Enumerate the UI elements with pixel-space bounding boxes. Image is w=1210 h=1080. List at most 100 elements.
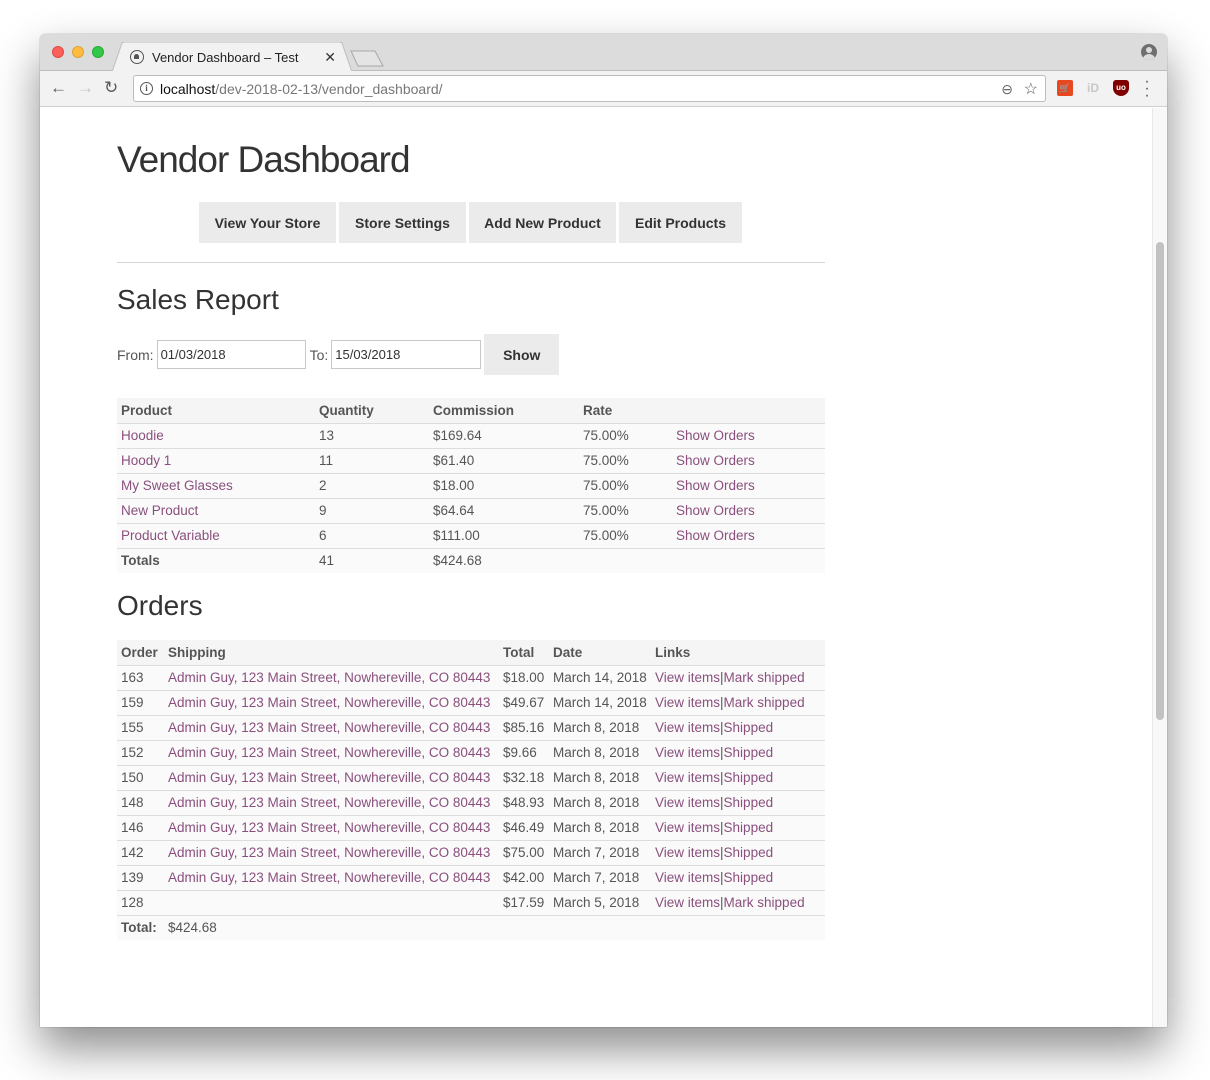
shipping-status-link[interactable]: Mark shipped <box>724 695 805 710</box>
shipping-status-link[interactable]: Shipped <box>724 845 774 860</box>
show-orders-link[interactable]: Show Orders <box>676 428 755 443</box>
to-label: To: <box>309 346 329 363</box>
shipping-status-link[interactable]: Mark shipped <box>724 895 805 910</box>
product-link[interactable]: My Sweet Glasses <box>121 478 233 493</box>
order-total-cell: $18.00 <box>499 665 549 691</box>
address-bar[interactable]: i localhost/dev-2018-02-13/vendor_dashbo… <box>133 75 1046 102</box>
back-arrow-icon[interactable]: ← <box>50 78 67 98</box>
shipping-cell: Admin Guy, 123 Main Street, Nowhereville… <box>164 665 499 691</box>
column-header: Commission <box>429 398 579 424</box>
view-items-link[interactable]: View items <box>655 895 720 910</box>
view-store-button[interactable]: View Your Store <box>199 202 336 243</box>
show-orders-link[interactable]: Show Orders <box>676 528 755 543</box>
shipping-status-link[interactable]: Shipped <box>724 795 774 810</box>
shipping-status-link[interactable]: Shipped <box>724 770 774 785</box>
page-title: Vendor Dashboard <box>117 139 411 180</box>
show-orders-link[interactable]: Show Orders <box>676 503 755 518</box>
browser-toolbar: ← → ↻ i localhost/dev-2018-02-13/vendor_… <box>40 71 1167 107</box>
totals-commission: $424.68 <box>433 553 482 569</box>
shipping-address-link[interactable]: Admin Guy, 123 Main Street, Nowhereville… <box>168 870 490 885</box>
add-new-product-button[interactable]: Add New Product <box>469 202 616 243</box>
totals-quantity: 41 <box>319 553 335 569</box>
order-date-cell: March 8, 2018 <box>549 765 651 791</box>
shipping-address-link[interactable]: Admin Guy, 123 Main Street, Nowhereville… <box>168 845 490 860</box>
column-header: Date <box>549 640 651 666</box>
close-window-button[interactable] <box>52 46 64 58</box>
order-total-cell: $46.49 <box>499 815 549 841</box>
order-total-cell: $85.16 <box>499 715 549 741</box>
view-items-link[interactable]: View items <box>655 745 720 760</box>
shipping-status-link[interactable]: Shipped <box>724 745 774 760</box>
profile-icon[interactable] <box>1141 44 1157 60</box>
table-row: 163 Admin Guy, 123 Main Street, Nowherevi… <box>117 665 825 691</box>
shipping-cell: Admin Guy, 123 Main Street, Nowhereville… <box>164 715 499 741</box>
browser-menu-icon[interactable]: · · · <box>1144 74 1150 104</box>
order-total-cell: $49.67 <box>499 690 549 716</box>
scrollbar-thumb[interactable] <box>1156 242 1164 720</box>
view-items-link[interactable]: View items <box>655 820 720 835</box>
table-row: 150 Admin Guy, 123 Main Street, Nowherevi… <box>117 765 825 791</box>
shipping-address-link[interactable]: Admin Guy, 123 Main Street, Nowhereville… <box>168 695 490 710</box>
view-items-link[interactable]: View items <box>655 670 720 685</box>
sales-report-heading: Sales Report <box>117 284 279 315</box>
shipping-status-link[interactable]: Shipped <box>724 820 774 835</box>
shopping-cart-extension-icon[interactable]: 🛒 <box>1057 80 1073 96</box>
view-items-link[interactable]: View items <box>655 770 720 785</box>
empty-cell <box>499 915 549 940</box>
view-items-link[interactable]: View items <box>655 695 720 710</box>
order-number-cell: 152 <box>117 740 164 766</box>
product-link[interactable]: New Product <box>121 503 198 518</box>
column-header: Product <box>117 398 315 424</box>
view-items-link[interactable]: View items <box>655 720 720 735</box>
tab-active[interactable]: Vendor Dashboard – Test ✕ <box>116 42 348 72</box>
product-link[interactable]: Product Variable <box>121 528 220 543</box>
tab-close-icon[interactable]: ✕ <box>324 49 336 66</box>
maximize-window-button[interactable] <box>92 46 104 58</box>
show-orders-link[interactable]: Show Orders <box>676 478 755 493</box>
order-total-cell: $75.00 <box>499 840 549 866</box>
url-host: localhost <box>160 80 216 97</box>
shipping-status-link[interactable]: Shipped <box>724 870 774 885</box>
ublock-extension-icon[interactable]: uo <box>1113 80 1129 96</box>
shipping-status-link[interactable]: Shipped <box>724 720 774 735</box>
product-link[interactable]: Hoodie <box>121 428 164 443</box>
shipping-cell: Admin Guy, 123 Main Street, Nowhereville… <box>164 765 499 791</box>
shipping-address-link[interactable]: Admin Guy, 123 Main Street, Nowhereville… <box>168 795 490 810</box>
from-date-input[interactable] <box>156 340 306 369</box>
vertical-scrollbar[interactable] <box>1152 108 1167 1027</box>
order-total-cell: $32.18 <box>499 765 549 791</box>
shipping-address-link[interactable]: Admin Guy, 123 Main Street, Nowhereville… <box>168 770 490 785</box>
new-tab-button[interactable] <box>350 50 384 67</box>
shipping-status-link[interactable]: Mark shipped <box>724 670 805 685</box>
column-header <box>672 398 825 424</box>
shipping-address-link[interactable]: Admin Guy, 123 Main Street, Nowhereville… <box>168 720 490 735</box>
show-button[interactable]: Show <box>484 334 560 375</box>
order-number-cell: 139 <box>117 865 164 891</box>
view-items-link[interactable]: View items <box>655 870 720 885</box>
order-date-cell: March 8, 2018 <box>549 740 651 766</box>
forward-arrow-icon[interactable]: → <box>77 78 94 98</box>
store-settings-button[interactable]: Store Settings <box>339 202 466 243</box>
shipping-address-link[interactable]: Admin Guy, 123 Main Street, Nowhereville… <box>168 820 490 835</box>
edit-products-button[interactable]: Edit Products <box>619 202 742 243</box>
show-orders-link[interactable]: Show Orders <box>676 453 755 468</box>
empty-cell <box>651 915 825 940</box>
product-link[interactable]: Hoody 1 <box>121 453 171 468</box>
bookmark-star-icon[interactable]: ☆ <box>1024 79 1038 99</box>
commission-cell: $111.00 <box>429 523 579 549</box>
to-date-input[interactable] <box>331 340 482 369</box>
order-total-cell: $17.59 <box>499 890 549 916</box>
view-items-link[interactable]: View items <box>655 845 720 860</box>
info-icon[interactable]: i <box>140 82 153 95</box>
reload-icon[interactable]: ↻ <box>104 78 118 98</box>
order-number-cell: 155 <box>117 715 164 741</box>
shipping-address-link[interactable]: Admin Guy, 123 Main Street, Nowhereville… <box>168 670 490 685</box>
zoom-out-icon[interactable]: ⊖ <box>1001 81 1013 98</box>
view-items-link[interactable]: View items <box>655 795 720 810</box>
totals-label: Totals <box>121 553 160 569</box>
id-extension-icon[interactable]: iD <box>1085 80 1101 96</box>
shipping-cell: Admin Guy, 123 Main Street, Nowhereville… <box>164 790 499 816</box>
shipping-address-link[interactable]: Admin Guy, 123 Main Street, Nowhereville… <box>168 745 490 760</box>
table-row: 146 Admin Guy, 123 Main Street, Nowherevi… <box>117 815 825 841</box>
minimize-window-button[interactable] <box>72 46 84 58</box>
